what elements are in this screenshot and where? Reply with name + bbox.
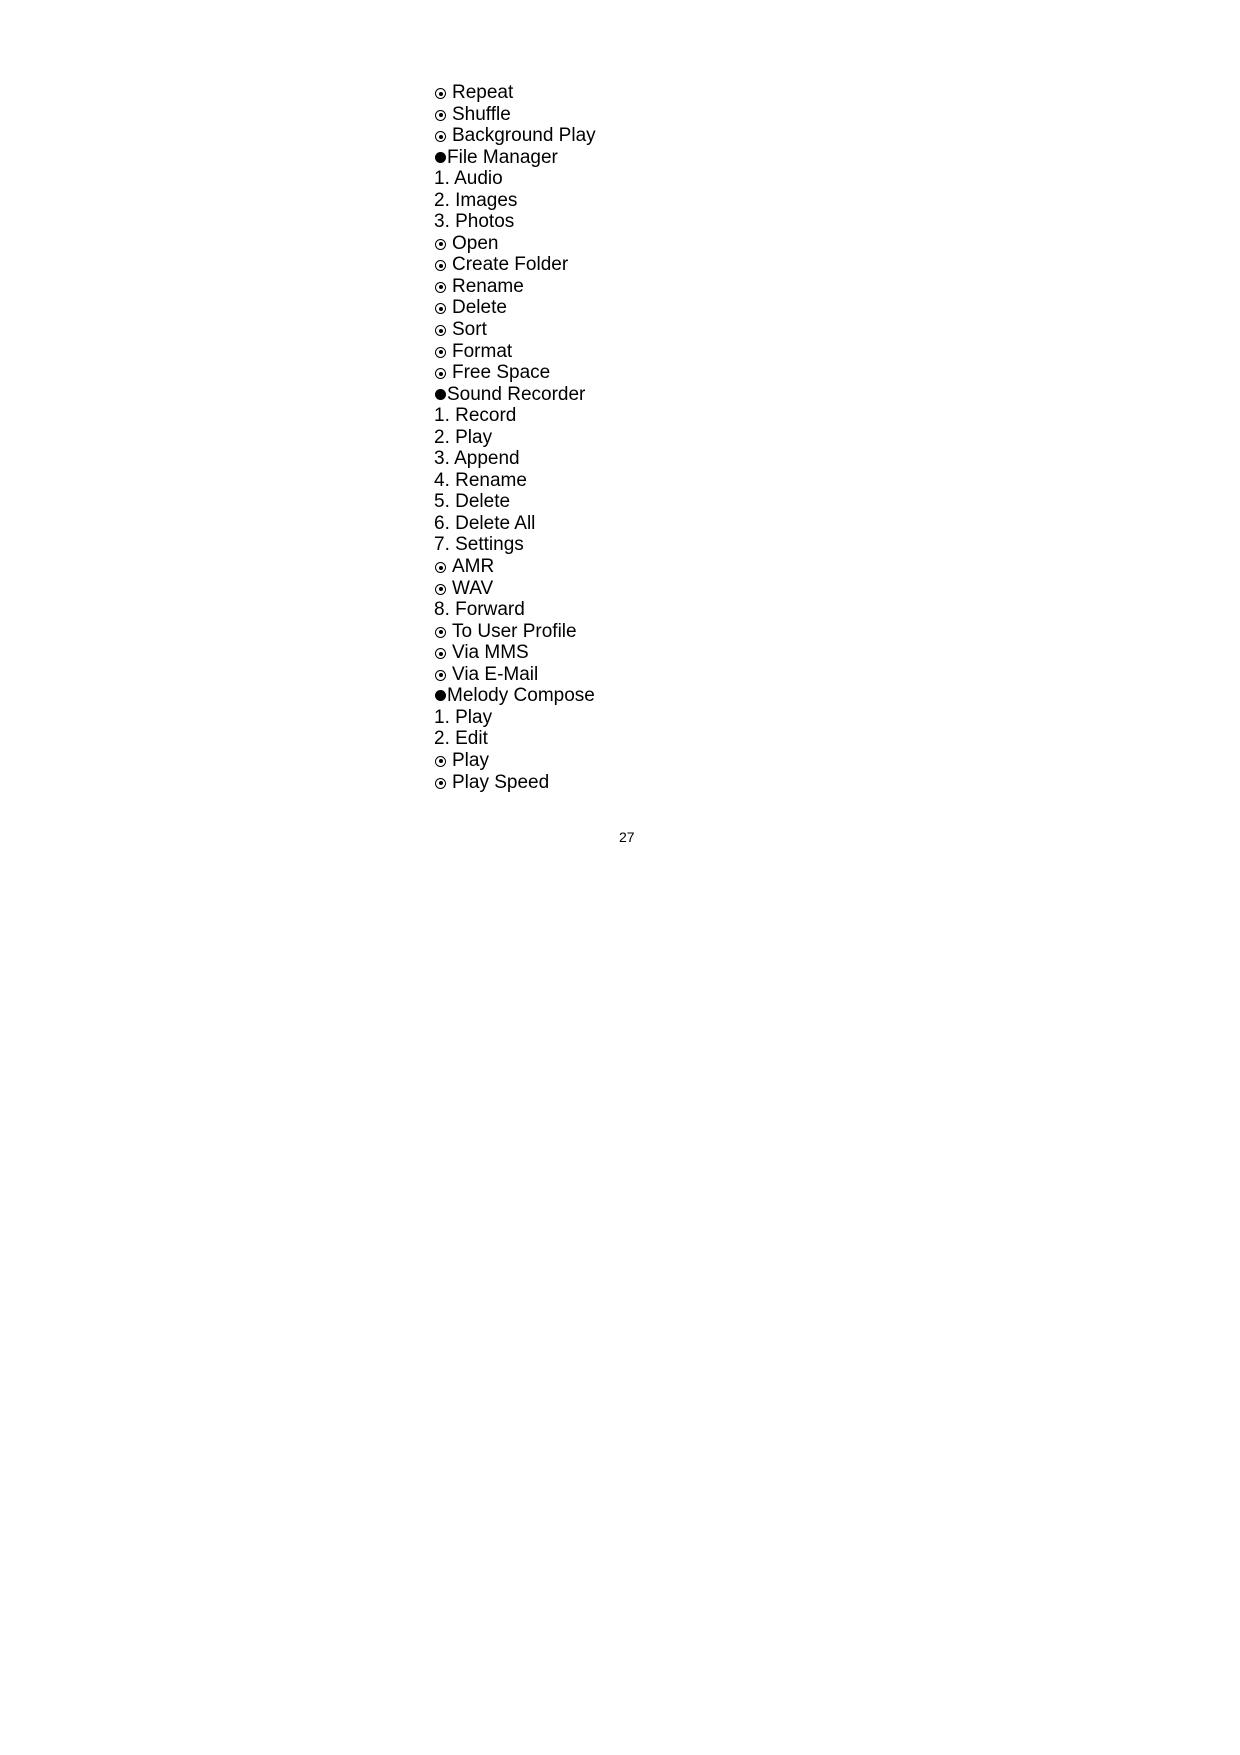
circled-dot-icon: [435, 669, 446, 681]
numbered-item: 1. Play: [434, 707, 596, 729]
item-label: Repeat: [452, 82, 514, 103]
item-label: Background Play: [452, 125, 596, 147]
circled-dot-icon: [435, 648, 446, 660]
filled-bullet-icon: [435, 388, 446, 400]
option-item: AMR: [434, 556, 596, 578]
filled-bullet-icon: [435, 151, 446, 163]
item-label: 7. Settings: [434, 534, 524, 556]
circled-dot-icon: [435, 260, 446, 272]
numbered-item: 4. Rename: [434, 470, 596, 492]
item-label: Create Folder: [452, 254, 569, 276]
item-label: Via E-Mail: [452, 663, 539, 685]
numbered-item: 2. Play: [434, 427, 596, 449]
filled-bullet-icon: [435, 690, 446, 702]
item-label: Open: [452, 232, 499, 254]
item-label: 3. Photos: [434, 211, 515, 233]
option-item: Delete: [434, 297, 596, 319]
item-label: Free Space: [452, 362, 551, 384]
item-label: To User Profile: [452, 620, 577, 642]
circled-dot-icon: [435, 325, 446, 337]
item-label: Via MMS: [452, 642, 529, 664]
item-label: AMR: [452, 556, 495, 578]
item-label: Sort: [452, 319, 487, 341]
numbered-item: 8. Forward: [434, 599, 596, 621]
item-label: 1. Audio: [434, 168, 503, 190]
item-label: Sound Recorder: [447, 383, 586, 405]
circled-dot-icon: [435, 346, 446, 358]
option-item: Rename: [434, 276, 596, 298]
item-label: Play Speed: [452, 771, 550, 793]
circled-dot-icon: [435, 777, 446, 789]
circled-dot-icon: [435, 238, 446, 250]
numbered-item: 7. Settings: [434, 534, 596, 556]
option-item: Background Play: [434, 125, 596, 147]
numbered-item: 3. Photos: [434, 211, 596, 233]
section-heading: File Manager: [434, 147, 596, 169]
item-label: Delete: [452, 297, 507, 319]
page-number: 27: [619, 829, 635, 845]
option-item: Repeat: [434, 82, 596, 104]
option-item: Via MMS: [434, 642, 596, 664]
option-item: Create Folder: [434, 254, 596, 276]
option-item: Sort: [434, 319, 596, 341]
section-heading: Melody Compose: [434, 685, 596, 707]
item-label: File Manager: [447, 146, 558, 168]
circled-dot-icon: [435, 109, 446, 121]
item-label: 3. Append: [434, 448, 520, 470]
option-item: To User Profile: [434, 621, 596, 643]
option-item: Shuffle: [434, 104, 596, 126]
item-label: Play: [452, 749, 489, 771]
circled-dot-icon: [435, 626, 446, 638]
item-label: 1. Record: [434, 405, 517, 427]
numbered-item: 1. Record: [434, 405, 596, 427]
circled-dot-icon: [435, 755, 446, 767]
circled-dot-icon: [435, 88, 446, 99]
option-item: Play: [434, 750, 596, 772]
numbered-item: 2. Images: [434, 190, 596, 212]
item-label: 2. Edit: [434, 728, 488, 750]
option-item: Free Space: [434, 362, 596, 384]
item-label: 2. Play: [434, 426, 493, 448]
item-label: 4. Rename: [434, 469, 527, 491]
numbered-item: 5. Delete: [434, 491, 596, 513]
option-item: Open: [434, 233, 596, 255]
item-label: 5. Delete: [434, 491, 511, 513]
circled-dot-icon: [435, 281, 446, 293]
item-label: Rename: [452, 275, 524, 297]
numbered-item: 1. Audio: [434, 168, 596, 190]
circled-dot-icon: [435, 131, 446, 143]
item-label: 1. Play: [434, 706, 493, 728]
numbered-item: 6. Delete All: [434, 513, 596, 535]
circled-dot-icon: [435, 562, 446, 574]
numbered-item: 3. Append: [434, 448, 596, 470]
item-label: Format: [452, 340, 513, 362]
item-label: WAV: [452, 577, 494, 599]
circled-dot-icon: [435, 303, 446, 315]
item-label: 8. Forward: [434, 599, 525, 621]
option-item: Via E-Mail: [434, 664, 596, 686]
option-item: Format: [434, 341, 596, 363]
option-item: WAV: [434, 578, 596, 600]
menu-outline-list: Repeat Shuffle Background Play File Manager…: [434, 82, 596, 793]
item-label: Melody Compose: [447, 685, 595, 707]
item-label: Shuffle: [452, 103, 511, 125]
option-item: Play Speed: [434, 772, 596, 794]
section-heading: Sound Recorder: [434, 384, 596, 406]
circled-dot-icon: [435, 368, 446, 380]
item-label: 6. Delete All: [434, 512, 536, 534]
numbered-item: 2. Edit: [434, 728, 596, 750]
circled-dot-icon: [435, 583, 446, 595]
item-label: 2. Images: [434, 189, 518, 211]
